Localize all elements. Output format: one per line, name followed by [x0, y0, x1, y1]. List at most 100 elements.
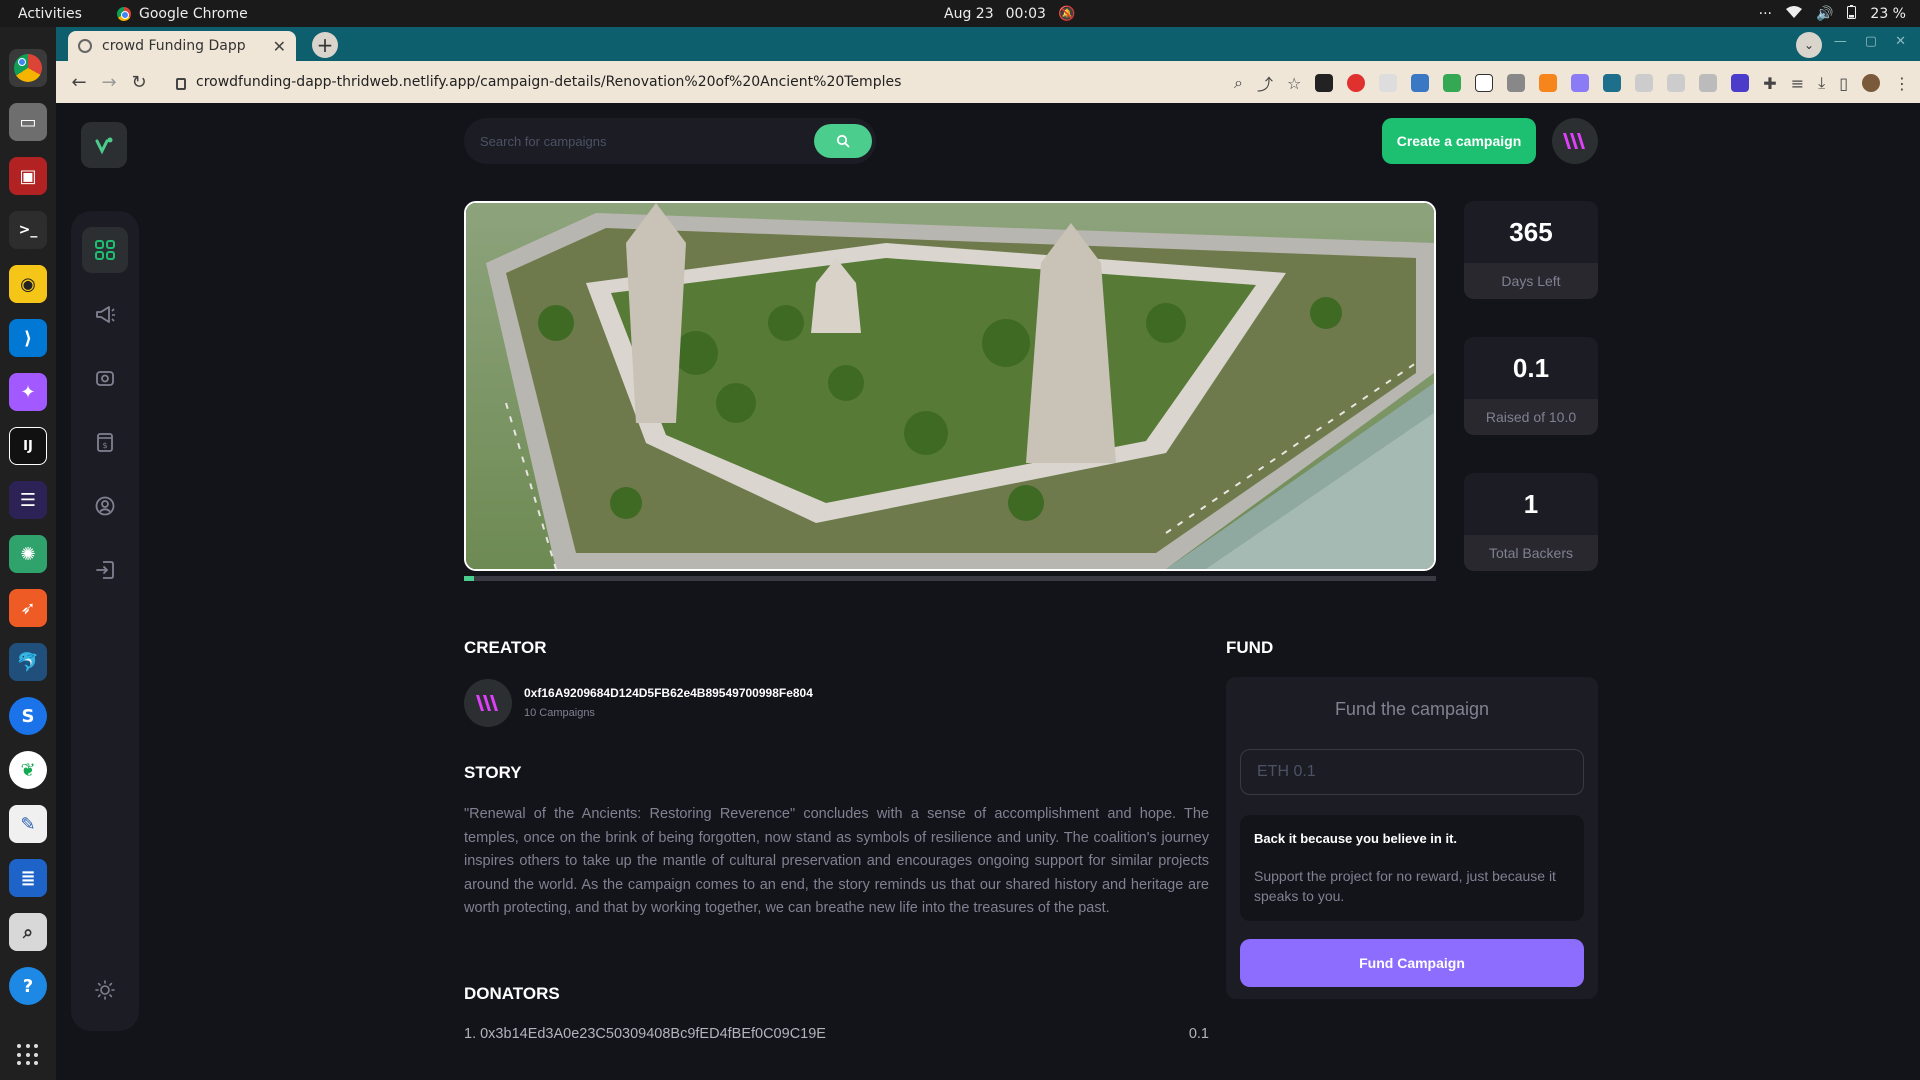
- volume-icon: 🔊: [1815, 5, 1834, 22]
- campaign-search: [464, 118, 876, 164]
- fund-heading: Fund: [1226, 638, 1274, 657]
- dock: ▭ ▣ >_ ◉ ⟩ ✦ IJ ☰ ✺ ➶ 🐬 S ❦ ✎ ≣ ⌕ ?: [0, 27, 56, 1080]
- user-avatar[interactable]: [1552, 118, 1598, 164]
- image-viewer-dock-icon[interactable]: ⌕: [9, 913, 47, 951]
- donator-row: 1. 0x3b14Ed3A0e23C50309408Bc9fED4fBEf0C0…: [464, 1026, 1209, 1042]
- adblock-icon[interactable]: [1443, 74, 1462, 92]
- notion-icon[interactable]: [1475, 74, 1494, 92]
- battery-icon: [1847, 4, 1857, 23]
- sidebar-item-dashboard[interactable]: [82, 227, 128, 273]
- extension-icon-10[interactable]: [1603, 74, 1622, 92]
- sidebar-item-campaign[interactable]: [82, 291, 128, 337]
- campaign-image: [464, 201, 1436, 571]
- svg-text:$: $: [102, 441, 107, 450]
- sidebar-item-profile[interactable]: [82, 483, 128, 529]
- withdraw-icon: $: [97, 433, 113, 452]
- new-tab-button[interactable]: +: [312, 32, 338, 58]
- extension-icon-3[interactable]: [1379, 74, 1398, 92]
- dashboard-icon: [95, 240, 115, 260]
- thirdweb-logo-icon: [1563, 133, 1585, 149]
- screen-recorder-dock-icon[interactable]: ▣: [9, 157, 47, 195]
- download-icon[interactable]: ⤓: [1818, 73, 1825, 93]
- stat-total-backers: 1 Total Backers: [1464, 473, 1598, 571]
- megaphone-icon: [96, 306, 115, 323]
- vscode-dock-icon[interactable]: ⟩: [9, 319, 47, 357]
- thirdweb-logo-icon: [476, 695, 498, 711]
- creator-campaign-count: 10 Campaigns: [524, 707, 595, 719]
- create-campaign-button[interactable]: Create a campaign: [1382, 118, 1536, 164]
- app-name: Google Chrome: [139, 5, 248, 22]
- profile-avatar[interactable]: [1862, 74, 1880, 92]
- tab-crowdfunding[interactable]: crowd Funding Dapp ✕: [68, 31, 296, 61]
- window-close-icon[interactable]: ✕: [1895, 34, 1906, 49]
- time-label: 00:03: [1005, 5, 1046, 22]
- chrome-icon: [117, 6, 131, 21]
- files-dock-icon[interactable]: ▭: [9, 103, 47, 141]
- writer-dock-icon[interactable]: ≣: [9, 859, 47, 897]
- app-logo[interactable]: [81, 122, 127, 168]
- side-panel-icon[interactable]: ▯: [1839, 74, 1848, 93]
- fund-card: Fund the campaign Back it because you be…: [1226, 677, 1598, 999]
- chrome-dock-icon[interactable]: [9, 49, 47, 87]
- theme-toggle[interactable]: [82, 967, 128, 1013]
- extension-icon-1[interactable]: [1315, 74, 1334, 92]
- address-bar[interactable]: crowdfunding-dapp-thridweb.netlify.app/c…: [176, 67, 1236, 97]
- camera-icon[interactable]: [1507, 74, 1526, 92]
- donators-heading: Donators: [464, 984, 560, 1003]
- chatgpt-dock-icon[interactable]: ✺: [9, 535, 47, 573]
- web-page: $ Search for campaigns Create a campaign…: [56, 103, 1920, 1080]
- text-editor-dock-icon[interactable]: ✎: [9, 805, 47, 843]
- maximize-icon[interactable]: ▢: [1865, 34, 1877, 49]
- back-icon[interactable]: ←: [64, 72, 94, 93]
- metamask-icon[interactable]: [1539, 74, 1558, 92]
- extension-icon-12[interactable]: [1667, 74, 1686, 92]
- minimize-icon[interactable]: —: [1834, 34, 1847, 49]
- opera-icon[interactable]: [1347, 74, 1366, 92]
- search-button[interactable]: [814, 124, 872, 158]
- donator-address: 1. 0x3b14Ed3A0e23C50309408Bc9fED4fBEf0C0…: [464, 1026, 826, 1042]
- simplenote-dock-icon[interactable]: S: [9, 697, 47, 735]
- share-icon[interactable]: ⤴: [1257, 71, 1273, 95]
- logout-icon: [96, 561, 114, 579]
- sidebar-item-payment[interactable]: [82, 355, 128, 401]
- mysql-workbench-dock-icon[interactable]: 🐬: [9, 643, 47, 681]
- terminal-dock-icon[interactable]: >_: [9, 211, 47, 249]
- forward-icon[interactable]: →: [94, 72, 124, 93]
- app-menu[interactable]: Google Chrome: [117, 6, 248, 22]
- shield-icon[interactable]: [1411, 74, 1430, 92]
- intellij-dock-icon[interactable]: IJ: [9, 427, 47, 465]
- funding-progress-fill: [464, 576, 474, 581]
- extension-icon-13[interactable]: [1699, 74, 1718, 92]
- app-sidebar: $: [71, 211, 139, 1031]
- search-input[interactable]: [480, 133, 800, 149]
- figma-dock-icon[interactable]: ✦: [9, 373, 47, 411]
- bookmark-star-icon[interactable]: ☆: [1287, 74, 1301, 93]
- activities-button[interactable]: Activities: [18, 6, 82, 22]
- eclipse-dock-icon[interactable]: ☰: [9, 481, 47, 519]
- extension-icon-9[interactable]: [1571, 74, 1590, 92]
- show-apps-icon[interactable]: [17, 1044, 39, 1066]
- extension-icon-14[interactable]: [1731, 74, 1750, 92]
- reading-list-icon[interactable]: ≡: [1791, 74, 1804, 93]
- zoom-icon[interactable]: ⌕: [1234, 73, 1243, 93]
- mongodb-compass-dock-icon[interactable]: ❦: [9, 751, 47, 789]
- system-tray[interactable]: ··· 🔊 23 %: [1759, 4, 1906, 23]
- puzzle-icon[interactable]: ✚: [1763, 74, 1776, 93]
- creator-address: 0xf16A9209684D124D5FB62e4B89549700998Fe8…: [524, 686, 813, 700]
- tab-search-button[interactable]: ⌄: [1796, 32, 1822, 58]
- fund-campaign-button[interactable]: Fund Campaign: [1240, 939, 1584, 987]
- chrome-menu-icon[interactable]: ⋮: [1894, 74, 1910, 93]
- date-label: Aug 23: [944, 5, 994, 22]
- sidebar-item-logout[interactable]: [82, 547, 128, 593]
- sidebar-item-withdraw[interactable]: $: [82, 419, 128, 465]
- stat-label: Raised of 10.0: [1464, 399, 1598, 435]
- clock[interactable]: Aug 23 00:03 🔕: [944, 6, 1075, 22]
- amount-input[interactable]: [1240, 749, 1584, 795]
- reload-icon[interactable]: ↻: [124, 72, 154, 93]
- rhythmbox-dock-icon[interactable]: ◉: [9, 265, 47, 303]
- url-text: crowdfunding-dapp-thridweb.netlify.app/c…: [196, 74, 902, 90]
- tab-close-icon[interactable]: ✕: [273, 37, 286, 56]
- help-dock-icon[interactable]: ?: [9, 967, 47, 1005]
- extension-icon-11[interactable]: [1635, 74, 1654, 92]
- postman-dock-icon[interactable]: ➶: [9, 589, 47, 627]
